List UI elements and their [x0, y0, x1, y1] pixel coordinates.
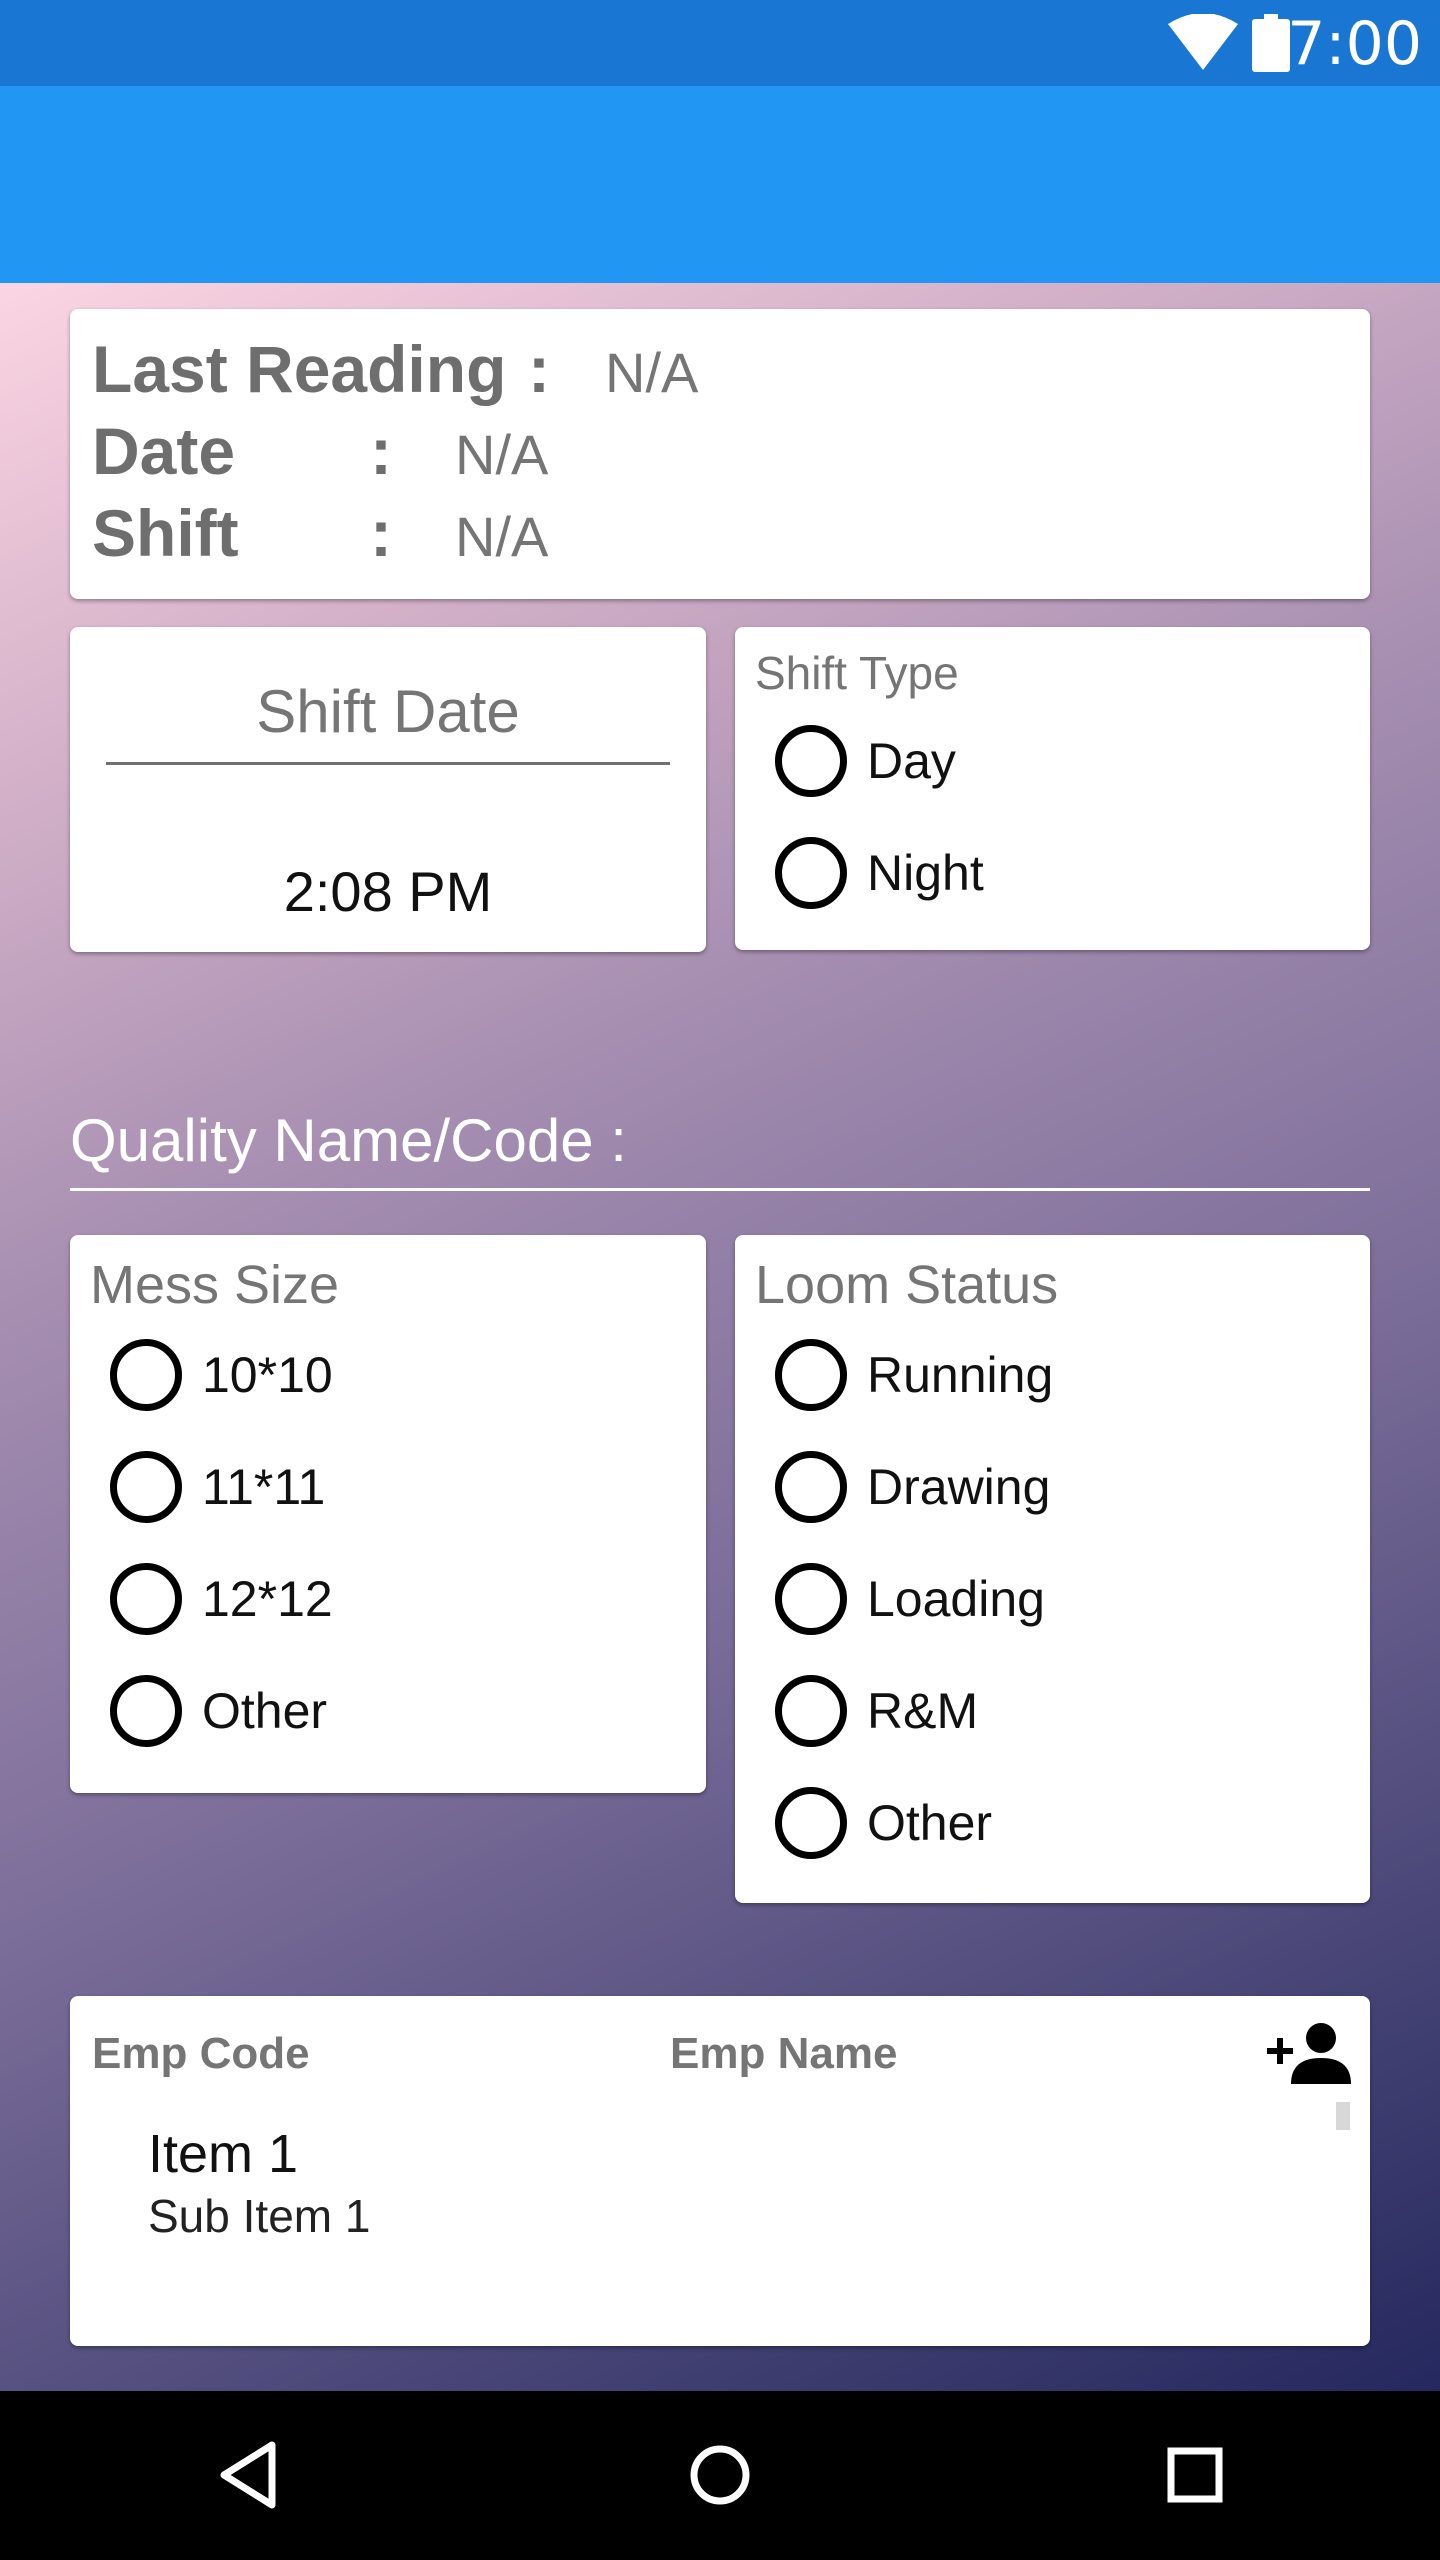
radio-button-icon[interactable]: [775, 837, 847, 909]
recent-apps-icon[interactable]: [1155, 2435, 1235, 2515]
wifi-icon: [1168, 14, 1238, 70]
shift-type-title: Shift Type: [755, 647, 959, 699]
employee-card: Emp Code Emp Name Item 1 Sub Item 1: [70, 1996, 1370, 2346]
radio-button-icon[interactable]: [110, 1675, 182, 1747]
radio-button-icon[interactable]: [110, 1451, 182, 1523]
radio-label: Day: [867, 733, 956, 789]
shift-date-field[interactable]: Shift Date: [106, 677, 670, 747]
date-colon: :: [370, 414, 392, 488]
last-reading-card: Last Reading : N/A Date : N/A Shift : N/…: [70, 309, 1370, 599]
back-icon[interactable]: [210, 2435, 290, 2515]
clock-time: 7:00: [1287, 9, 1422, 79]
shift-date-underline: [106, 762, 670, 765]
home-icon[interactable]: [680, 2435, 760, 2515]
date-value: N/A: [455, 423, 549, 486]
radio-label: 12*12: [202, 1571, 333, 1627]
quality-code-underline: [70, 1188, 1370, 1191]
shift-colon: :: [370, 496, 392, 570]
add-person-icon[interactable]: [1265, 2018, 1355, 2088]
radio-label: R&M: [867, 1683, 979, 1739]
shift-label: Shift: [92, 496, 239, 570]
radio-label: Other: [867, 1795, 993, 1851]
battery-icon: [1252, 14, 1290, 72]
emp-name-header: Emp Name: [670, 2029, 898, 2078]
radio-button-icon[interactable]: [110, 1563, 182, 1635]
shift-value: N/A: [455, 505, 549, 568]
emp-code-header: Emp Code: [92, 2029, 310, 2078]
last-reading-label: Last Reading: [92, 332, 507, 406]
date-label: Date: [92, 414, 236, 488]
last-reading-value: N/A: [605, 341, 699, 404]
shift-type-card: Shift Type Day Night: [735, 627, 1370, 950]
shift-time-value[interactable]: 2:08 PM: [106, 857, 670, 927]
status-bar: 7:00: [0, 0, 1440, 86]
list-item-title: Item 1: [148, 2124, 299, 2184]
list-scrollbar[interactable]: [1336, 2102, 1350, 2130]
radio-button-icon[interactable]: [775, 725, 847, 797]
radio-label: 10*10: [202, 1347, 333, 1403]
last-reading-colon: :: [528, 332, 550, 406]
radio-label: 11*11: [202, 1459, 326, 1515]
app-bar: [0, 86, 1440, 283]
radio-button-icon[interactable]: [775, 1451, 847, 1523]
radio-label: Running: [867, 1347, 1054, 1403]
loom-status-card: Loom Status Running Drawing Loading R&M …: [735, 1235, 1370, 1903]
radio-button-icon[interactable]: [110, 1339, 182, 1411]
radio-label: Drawing: [867, 1459, 1051, 1515]
shift-date-card[interactable]: Shift Date 2:08 PM: [70, 627, 706, 952]
mess-size-title: Mess Size: [90, 1255, 340, 1315]
radio-label: Night: [867, 845, 984, 901]
quality-code-input[interactable]: Quality Name/Code :: [70, 1103, 627, 1179]
radio-button-icon[interactable]: [775, 1787, 847, 1859]
radio-label: Other: [202, 1683, 328, 1739]
list-item-subtitle: Sub Item 1: [148, 2190, 371, 2242]
main-content[interactable]: Last Reading : N/A Date : N/A Shift : N/…: [0, 283, 1440, 2391]
mess-size-card: Mess Size 10*10 11*11 12*12 Other: [70, 1235, 706, 1793]
navigation-bar: [0, 2391, 1440, 2560]
radio-button-icon[interactable]: [775, 1675, 847, 1747]
radio-button-icon[interactable]: [775, 1563, 847, 1635]
radio-button-icon[interactable]: [775, 1339, 847, 1411]
radio-label: Loading: [867, 1571, 1045, 1627]
loom-status-title: Loom Status: [755, 1255, 1059, 1315]
